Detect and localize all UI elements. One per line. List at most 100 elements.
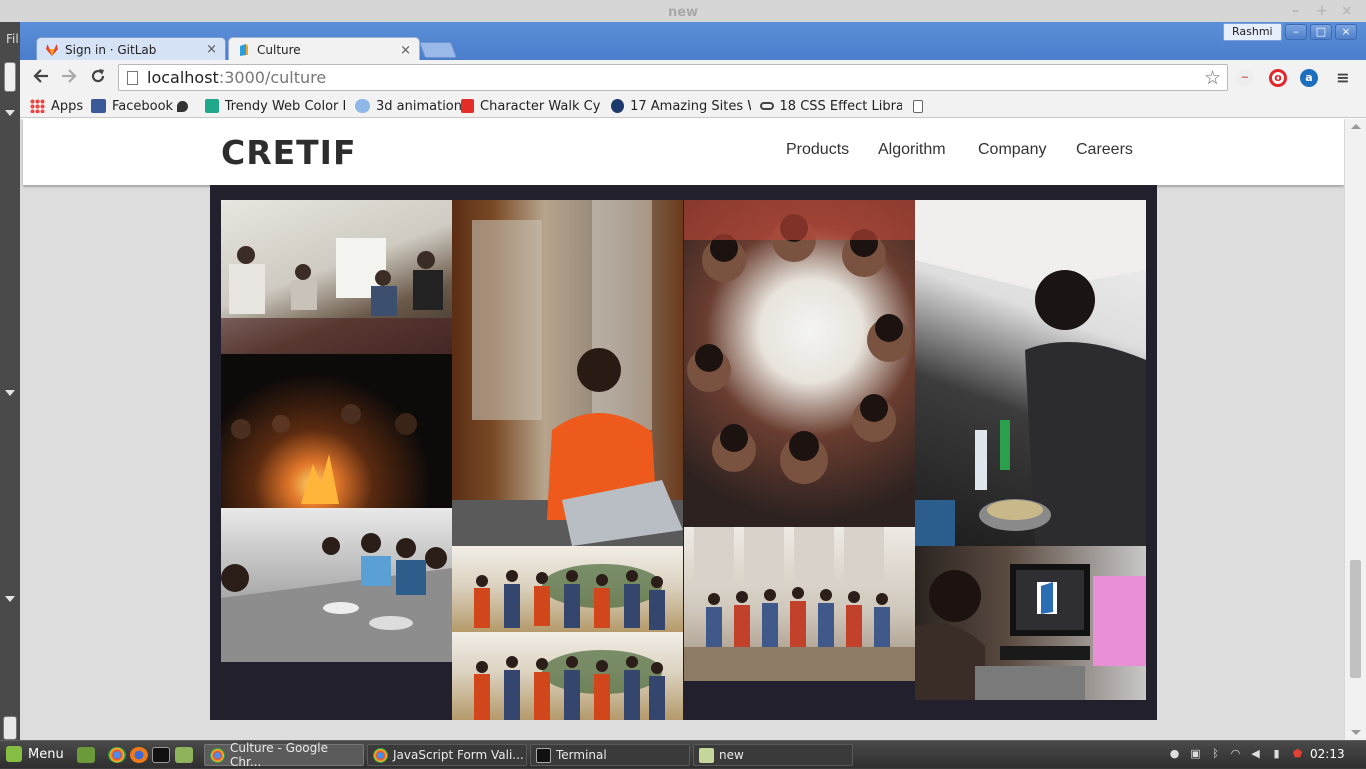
scroll-down-icon[interactable] — [1351, 730, 1361, 735]
youtube-icon — [461, 99, 475, 113]
task-culture-chrome[interactable]: Culture - Google Chr... — [204, 741, 364, 769]
triangle-down-icon — [5, 596, 15, 602]
user-icon[interactable]: ● — [1168, 747, 1181, 761]
chrome-icon — [373, 747, 388, 763]
bookmark-trendy-colors[interactable]: Trendy Web Color Pa — [205, 97, 345, 115]
tab-gitlab[interactable]: Sign in · GitLab × — [36, 37, 226, 61]
scroll-up-icon[interactable] — [1351, 124, 1361, 129]
bookmark-blank[interactable] — [913, 97, 929, 115]
apps-grid-icon — [30, 99, 45, 113]
cooking-kitchen-photo — [915, 200, 1146, 546]
show-desktop-icon[interactable] — [77, 747, 95, 763]
color-palette-icon — [205, 99, 219, 113]
site-logo[interactable]: CRETIF — [221, 133, 357, 172]
bg-close-icon: × — [1341, 3, 1353, 19]
url-path: :3000/culture — [218, 68, 327, 87]
volume-icon[interactable]: ◀ — [1249, 747, 1262, 761]
page-scrollbar[interactable] — [1344, 119, 1366, 740]
task-new[interactable]: new — [693, 744, 853, 766]
profile-button[interactable]: Rashmi — [1223, 23, 1282, 41]
campfire-night-photo — [221, 354, 452, 508]
blank-page-icon — [913, 99, 923, 113]
bg-maximize-icon: + — [1316, 3, 1328, 19]
bookmark-apps[interactable]: Apps — [30, 97, 83, 115]
nav-products[interactable]: Products — [786, 141, 849, 159]
minimize-icon[interactable]: – — [1285, 24, 1307, 40]
chrome-icon — [210, 747, 225, 763]
close-window-icon[interactable]: × — [1335, 24, 1357, 40]
nav-company[interactable]: Company — [978, 141, 1046, 159]
forward-icon[interactable] — [58, 67, 80, 87]
opera-icon[interactable]: o — [1269, 69, 1287, 87]
browser-window: Sign in · GitLab × Culture × Rashmi – □ … — [20, 22, 1366, 740]
task-js-form[interactable]: JavaScript Form Vali... — [367, 744, 527, 766]
group-outdoor-photo-1 — [452, 546, 683, 632]
tab-strip: Sign in · GitLab × Culture × Rashmi – □ … — [20, 22, 1366, 62]
background-window-edge: Fil — [0, 22, 20, 740]
facebook-icon — [91, 99, 106, 113]
folder-icon — [699, 747, 714, 763]
battery-icon[interactable]: ▮ — [1270, 747, 1283, 761]
background-window-title: new — [667, 5, 699, 20]
cloud-icon — [355, 99, 370, 113]
chrome-icon[interactable] — [108, 747, 126, 763]
tab-culture[interactable]: Culture × — [228, 37, 420, 62]
bookmark-facebook[interactable]: Facebook — [91, 97, 173, 115]
shield-icon[interactable]: ⬟ — [1291, 747, 1304, 761]
nav-algorithm[interactable]: Algorithm — [878, 141, 946, 159]
bookmark-css-effects[interactable]: 18 CSS Effect Librarie — [760, 97, 902, 115]
task-terminal[interactable]: Terminal — [530, 744, 690, 766]
update-icon[interactable]: ▣ — [1189, 747, 1202, 761]
gitlab-icon — [45, 43, 59, 57]
huddle-from-below-photo — [684, 200, 915, 527]
wifi-icon[interactable]: ◠ — [1229, 747, 1242, 761]
menu-icon[interactable]: ≡ — [1334, 69, 1352, 87]
background-window-titlebar: new – + × — [0, 0, 1366, 22]
clock[interactable]: 02:13 — [1310, 747, 1345, 761]
new-tab-button[interactable] — [419, 42, 457, 58]
tab-title: Sign in · GitLab — [65, 42, 157, 57]
folder-icon[interactable] — [175, 747, 193, 763]
group-outdoor-photo-2 — [452, 632, 683, 720]
maximize-icon[interactable]: □ — [1310, 24, 1332, 40]
team-meeting-photo — [221, 200, 452, 354]
bookmark-amazing-sites[interactable]: 17 Amazing Sites Wit — [611, 97, 751, 115]
taskbar: Menu Culture - Google Chr... JavaScript … — [0, 740, 1366, 769]
close-icon[interactable]: × — [206, 42, 217, 57]
tab-title: Culture — [257, 43, 301, 57]
woman-laptop-photo — [452, 200, 683, 546]
dinner-table-photo — [221, 508, 452, 662]
reload-icon[interactable] — [87, 67, 109, 87]
firefox-icon[interactable] — [130, 747, 148, 763]
url-host: localhost — [147, 68, 219, 87]
browser-toolbar: localhost :3000/culture ☆ ~ o a ≡ — [20, 60, 1366, 94]
address-bar[interactable]: localhost :3000/culture ☆ — [118, 64, 1228, 91]
bg-minimize-icon: – — [1292, 3, 1299, 19]
terminal-icon[interactable] — [152, 747, 170, 763]
nav-careers[interactable]: Careers — [1076, 141, 1133, 159]
start-menu-button[interactable]: Menu — [6, 746, 64, 762]
start-menu-label: Menu — [28, 746, 64, 762]
page-icon — [237, 43, 251, 57]
background-menu-fragment: Fil — [6, 32, 19, 46]
extension-icon[interactable]: ~ — [1236, 69, 1254, 87]
culture-gallery — [210, 185, 1157, 720]
back-icon[interactable] — [30, 67, 52, 87]
account-icon[interactable]: a — [1300, 69, 1318, 87]
background-field — [3, 716, 17, 740]
glasses-icon — [760, 102, 774, 110]
mint-logo-icon — [6, 746, 22, 762]
group-stairs-photo — [684, 527, 915, 681]
bluetooth-icon[interactable]: ᛒ — [1209, 747, 1222, 761]
background-field — [4, 62, 16, 92]
page-info-icon[interactable] — [127, 70, 138, 85]
triangle-down-icon — [5, 110, 15, 116]
bookmark-ink[interactable] — [177, 97, 194, 115]
close-icon[interactable]: × — [400, 43, 411, 58]
bookmark-star-icon[interactable]: ☆ — [1204, 67, 1221, 89]
bookmark-walk-cycle[interactable]: Character Walk Cycle — [461, 97, 601, 115]
site-header: CRETIF Products Algorithm Company Career… — [23, 119, 1344, 185]
bookmark-3d-animation[interactable]: 3d animation — [355, 97, 462, 115]
scrollbar-thumb[interactable] — [1350, 560, 1361, 678]
desk-computer-photo — [915, 546, 1146, 700]
